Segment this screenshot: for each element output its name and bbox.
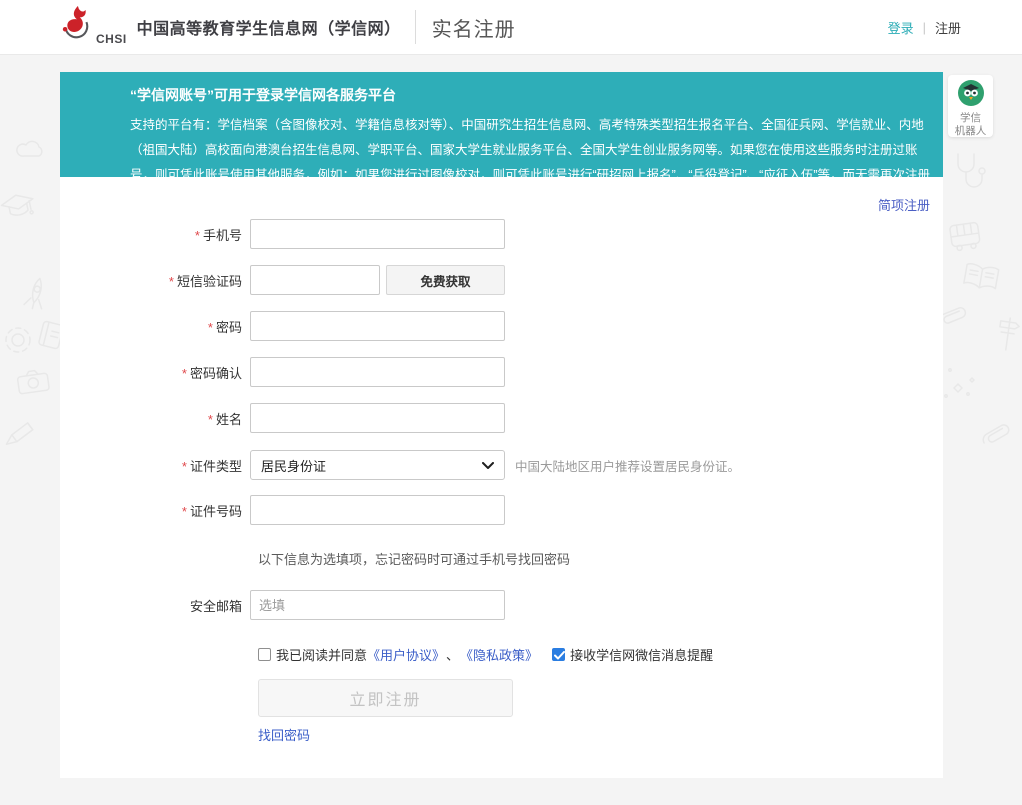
simple-register-link[interactable]: 简项注册 xyxy=(878,195,930,214)
phone-row: *手机号 xyxy=(60,219,943,249)
id-number-input[interactable] xyxy=(250,495,505,525)
required-mark: * xyxy=(169,274,174,289)
name-input[interactable] xyxy=(250,403,505,433)
required-mark: * xyxy=(182,504,187,519)
chsi-logo-text: CHSI xyxy=(96,32,127,46)
email-label: 安全邮箱 xyxy=(60,596,250,615)
required-mark: * xyxy=(208,412,213,427)
get-sms-code-button[interactable]: 免费获取 xyxy=(386,265,505,295)
xuexin-robot-widget[interactable]: 学信机器人 xyxy=(948,75,993,137)
chsi-logo: CHSI xyxy=(58,5,127,50)
wechat-checkbox[interactable] xyxy=(552,648,565,661)
required-mark: * xyxy=(182,459,187,474)
register-form: *手机号 *短信验证码 免费获取 *密码 *密码确认 *姓名 * xyxy=(60,219,943,745)
page: CHSI 中国高等教育学生信息网（学信网） 实名注册 登录 | 注册 “学信网账… xyxy=(0,0,1022,805)
email-input[interactable] xyxy=(250,590,505,620)
agreement-row: 我已阅读并同意 《用户协议》 、 《隐私政策》 接收学信网微信消息提醒 xyxy=(258,645,943,664)
agreement-separator: 、 xyxy=(446,645,459,664)
name-row: *姓名 xyxy=(60,403,943,433)
chsi-bird-icon xyxy=(58,5,94,50)
required-mark: * xyxy=(182,366,187,381)
user-agreement-link[interactable]: 《用户协议》 xyxy=(367,645,445,664)
submit-register-button[interactable]: 立即注册 xyxy=(258,679,513,717)
password-row: *密码 xyxy=(60,311,943,341)
id-type-hint: 中国大陆地区用户推荐设置居民身份证。 xyxy=(515,456,740,475)
sms-code-row: *短信验证码 免费获取 xyxy=(60,265,943,295)
login-link[interactable]: 登录 xyxy=(888,18,914,37)
id-type-select[interactable]: 居民身份证 xyxy=(250,450,505,480)
phone-input[interactable] xyxy=(250,219,505,249)
links-separator: | xyxy=(923,20,926,35)
wechat-label: 接收学信网微信消息提醒 xyxy=(570,645,713,664)
doodle-gear-icon xyxy=(2,324,34,356)
id-number-row: *证件号码 xyxy=(60,495,943,525)
doodle-cloud-icon xyxy=(16,138,50,160)
register-card: “学信网账号”可用于登录学信网各服务平台 支持的平台有：学信档案（含图像校对、学… xyxy=(60,72,943,778)
password-label: *密码 xyxy=(60,317,250,336)
password-confirm-row: *密码确认 xyxy=(60,357,943,387)
id-number-label: *证件号码 xyxy=(60,501,250,520)
id-type-selected-value: 居民身份证 xyxy=(261,456,326,475)
page-title: 实名注册 xyxy=(432,13,516,42)
doodle-bus-icon xyxy=(946,218,984,254)
doodle-open-book-icon xyxy=(960,261,1002,295)
password-confirm-label: *密码确认 xyxy=(60,363,250,382)
banner-title: “学信网账号”可用于登录学信网各服务平台 xyxy=(130,85,933,105)
required-mark: * xyxy=(195,228,200,243)
email-row: 安全邮箱 xyxy=(60,590,943,620)
find-password-link[interactable]: 找回密码 xyxy=(258,725,310,744)
header-links: 登录 | 注册 xyxy=(888,0,961,55)
account-info-banner: “学信网账号”可用于登录学信网各服务平台 支持的平台有：学信档案（含图像校对、学… xyxy=(60,72,943,177)
sms-code-label: *短信验证码 xyxy=(60,271,250,290)
robot-label: 学信机器人 xyxy=(955,112,987,138)
doodle-graduation-cap-icon xyxy=(0,187,39,226)
id-type-label: *证件类型 xyxy=(60,456,250,475)
id-type-row: *证件类型 居民身份证 中国大陆地区用户推荐设置居民身份证。 xyxy=(60,450,943,480)
phone-label: *手机号 xyxy=(60,225,250,244)
doodle-stethoscope-icon xyxy=(952,152,988,192)
password-input[interactable] xyxy=(250,311,505,341)
robot-owl-icon xyxy=(957,79,985,112)
agreement-text: 我已阅读并同意 xyxy=(276,645,367,664)
site-name: 中国高等教育学生信息网（学信网） xyxy=(137,15,401,39)
banner-body: 支持的平台有：学信档案（含图像校对、学籍信息核对等）、中国研究生招生信息网、高考… xyxy=(130,113,933,213)
optional-fields-note: 以下信息为选填项，忘记密码时可通过手机号找回密码 xyxy=(258,549,943,568)
password-confirm-input[interactable] xyxy=(250,357,505,387)
doodle-rocket-icon xyxy=(18,273,54,315)
header: CHSI 中国高等教育学生信息网（学信网） 实名注册 登录 | 注册 xyxy=(0,0,1022,55)
chevron-down-icon xyxy=(482,458,494,473)
required-mark: * xyxy=(208,320,213,335)
agreement-checkbox[interactable] xyxy=(258,648,271,661)
doodle-signpost-icon xyxy=(994,315,1022,354)
header-divider xyxy=(415,10,416,44)
sms-code-input[interactable] xyxy=(250,265,380,295)
doodle-paperclip-icon xyxy=(978,418,1018,452)
name-label: *姓名 xyxy=(60,409,250,428)
doodle-pencil-icon xyxy=(2,416,38,452)
doodle-camera-icon xyxy=(14,366,51,396)
register-link[interactable]: 注册 xyxy=(935,18,961,37)
privacy-policy-link[interactable]: 《隐私政策》 xyxy=(460,645,538,664)
